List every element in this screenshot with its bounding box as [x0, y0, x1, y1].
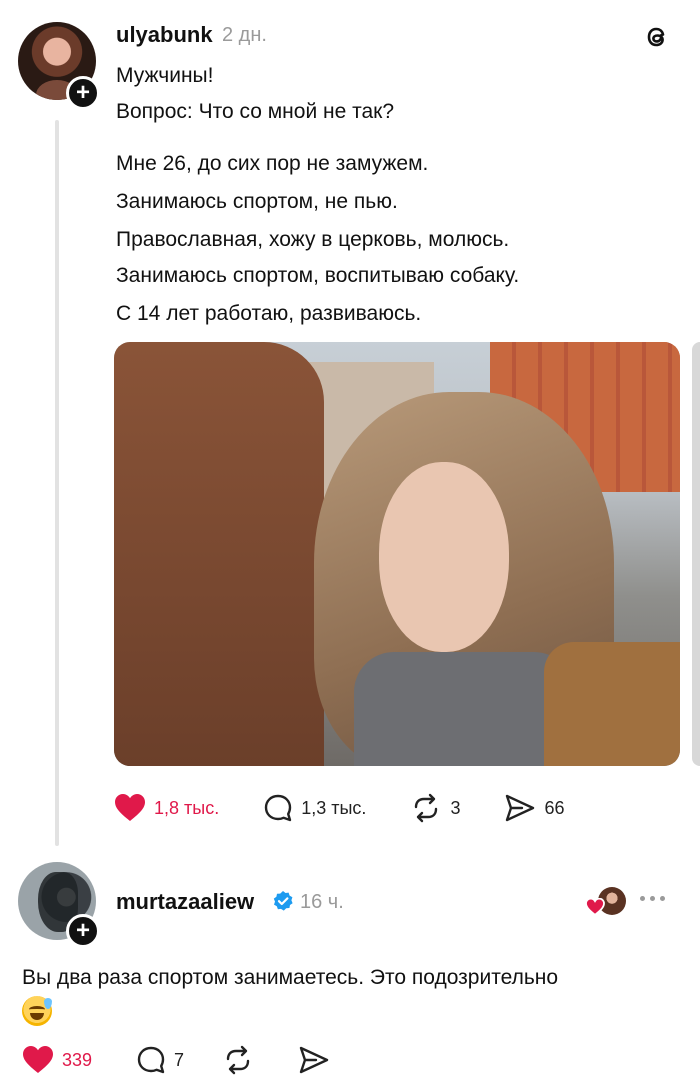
post-timestamp: 2 дн. [222, 24, 267, 46]
follow-plus-icon[interactable]: + [66, 76, 100, 110]
post-text-line: Занимаюсь спортом, воспитываю собаку. [116, 264, 520, 287]
post-text-line: Вопрос: Что со мной не так? [116, 100, 395, 123]
verified-badge-icon [273, 891, 293, 911]
follow-plus-icon[interactable]: + [66, 914, 100, 948]
next-photo-peek[interactable] [692, 342, 700, 766]
comment-button[interactable]: 1,3 тыс. [263, 793, 366, 823]
repost-icon [226, 1045, 250, 1075]
heart-filled-icon [115, 794, 145, 821]
repost-icon [415, 793, 438, 823]
reply-actions: 339 7 [22, 1045, 374, 1075]
like-count: 1,8 тыс. [154, 797, 220, 818]
author-liked-heart-icon [585, 898, 605, 916]
send-icon [299, 1046, 329, 1074]
reply-like-count: 339 [62, 1049, 93, 1070]
heart-filled-icon [23, 1046, 53, 1073]
reply-like-button[interactable]: 339 [22, 1045, 92, 1075]
like-button[interactable]: 1,8 тыс. [114, 793, 219, 823]
post-text-line: Мужчины! [116, 64, 214, 87]
post-username[interactable]: ulyabunk [116, 22, 213, 48]
threads-logo-icon[interactable] [642, 22, 672, 52]
share-count: 66 [544, 797, 565, 818]
post-photo[interactable] [114, 342, 680, 766]
post-actions: 1,8 тыс. 1,3 тыс. 3 66 [114, 793, 608, 823]
repost-count: 3 [450, 797, 461, 818]
reply-timestamp: 16 ч. [300, 891, 344, 913]
more-options-icon[interactable] [640, 896, 665, 901]
reply-share-button[interactable] [298, 1045, 330, 1075]
post-text-line: Православная, хожу в церковь, молюсь. [116, 228, 510, 251]
reply-text: Вы два раза спортом занимаетесь. Это под… [22, 966, 559, 989]
reply-comment-button[interactable]: 7 [136, 1045, 184, 1075]
reply-comment-count: 7 [174, 1049, 185, 1070]
send-icon [506, 794, 535, 822]
post-text-line: С 14 лет работаю, развиваюсь. [116, 302, 422, 325]
comment-bubble-icon [265, 794, 292, 822]
post-text-line: Занимаюсь спортом, не пью. [116, 190, 398, 213]
comment-count: 1,3 тыс. [301, 797, 367, 818]
reply-username[interactable]: murtazaaliew [116, 889, 254, 915]
post-text-line: Мне 26, до сих пор не замужем. [116, 152, 429, 175]
comment-bubble-icon [137, 1046, 165, 1074]
thread-line [55, 120, 59, 846]
repost-button[interactable]: 3 [410, 793, 460, 823]
reply-repost-button[interactable] [222, 1045, 254, 1075]
share-button[interactable]: 66 [504, 793, 564, 823]
